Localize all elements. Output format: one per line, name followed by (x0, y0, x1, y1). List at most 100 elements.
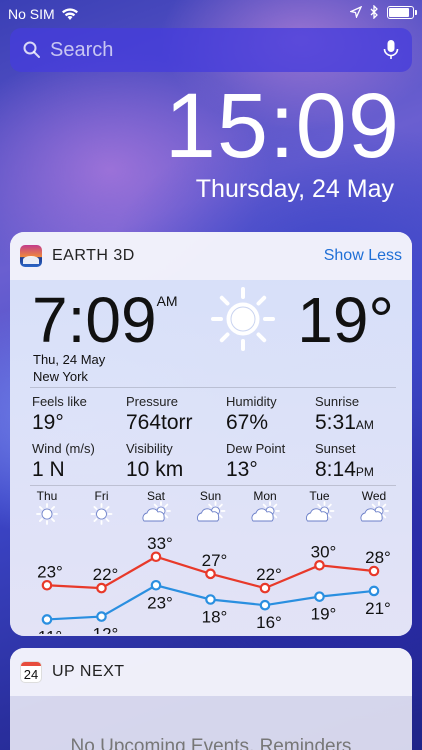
detail-label: Wind (m/s) (32, 441, 95, 456)
high-temp-point (96, 582, 107, 594)
widget-title: UP NEXT (52, 663, 125, 680)
divider (30, 387, 396, 388)
detail-value: 13° (226, 458, 285, 482)
low-temp-label: 18° (202, 608, 228, 627)
show-less-button[interactable]: Show Less (324, 247, 402, 265)
high-temp-label: 27° (202, 551, 228, 570)
forecast-day-label: Fri (95, 489, 109, 503)
detail-label: Visibility (126, 441, 173, 456)
local-time: 7:09AM (32, 288, 178, 352)
partly-cloudy-icon (251, 501, 280, 522)
detail-sunset: Sunset 8:14PM (315, 441, 374, 482)
sun-icon (211, 287, 275, 351)
forecast-chart: Thu Fri Sat Sun Mon Tue Wed 23° 22° 33° 27° 22° 30° 2… (36, 489, 391, 634)
detail-value-text: 8:14 (315, 458, 356, 481)
detail-label: Sunset (315, 441, 356, 456)
low-temp-point (96, 611, 107, 622)
search-icon (23, 41, 40, 58)
forecast-day-label: Sun (200, 489, 221, 503)
lockscreen-date: Thursday, 24 May (195, 175, 394, 203)
forecast-day-label: Thu (37, 489, 58, 503)
detail-value-text: 10 km (126, 458, 184, 481)
low-temp-label: 23° (147, 593, 173, 612)
low-temp-point (150, 579, 162, 591)
battery-icon (387, 5, 417, 19)
low-temp-label: 16° (256, 613, 282, 632)
city-name: New York (33, 369, 88, 384)
forecast-day-label: Tue (309, 489, 330, 503)
low-temp-point (205, 594, 216, 605)
detail-value-text: 764torr (126, 411, 193, 434)
detail-feels-like: Feels like 19° (32, 394, 87, 435)
detail-label: Pressure (126, 394, 179, 409)
current-temperature: 19° (297, 284, 394, 356)
sun-icon (90, 503, 113, 525)
high-temp-label: 33° (147, 534, 173, 553)
detail-value: 10 km (126, 458, 183, 482)
low-temp-label: 11° (38, 627, 62, 634)
widget-header: 24 UP NEXT (10, 648, 412, 696)
detail-value: 8:14PM (315, 458, 374, 482)
detail-value-text: 1 N (32, 458, 65, 481)
low-temp-point (41, 614, 53, 625)
high-temp-label: 23° (37, 562, 63, 581)
forecast-day-label: Sat (147, 489, 166, 503)
low-temp-label: 19° (311, 605, 337, 624)
up-next-widget[interactable]: 24 UP NEXT No Upcoming Events, Reminders (10, 648, 412, 750)
high-temp-point (259, 582, 271, 594)
wifi-icon (61, 8, 78, 20)
partly-cloudy-icon (196, 501, 226, 522)
low-temp-label: 21° (365, 599, 391, 618)
local-date: Thu, 24 May (33, 352, 106, 367)
forecast-day-label: Wed (362, 489, 386, 503)
detail-dew-point: Dew Point 13° (226, 441, 285, 482)
detail-value: 1 N (32, 458, 95, 482)
high-temp-point (368, 565, 380, 577)
high-temp-point (150, 551, 162, 563)
partly-cloudy-icon (305, 501, 335, 522)
detail-value-text: 67% (226, 411, 269, 434)
search-bar[interactable] (10, 28, 412, 72)
high-temp-label: 22° (93, 565, 119, 584)
detail-pressure: Pressure 764torr (126, 394, 193, 435)
forecast-day-label: Mon (253, 489, 276, 503)
detail-wind: Wind (m/s) 1 N (32, 441, 95, 482)
earth-3d-app-icon (20, 245, 42, 267)
detail-value-text: 13° (226, 458, 258, 481)
earth-3d-widget[interactable]: EARTH 3D Show Less 7:09AM Thu, 24 May Ne… (10, 232, 412, 636)
sun-icon (36, 503, 58, 525)
high-temp-point (41, 579, 53, 591)
low-temp-label: 12° (93, 625, 119, 634)
microphone-icon[interactable] (382, 39, 400, 61)
location-arrow-icon (350, 6, 362, 18)
detail-label: Feels like (32, 394, 87, 409)
bluetooth-icon (370, 5, 378, 19)
high-temp-point (314, 560, 325, 571)
status-bar: No SIM (0, 0, 422, 28)
detail-label: Dew Point (226, 441, 286, 456)
detail-value-text: 5:31 (315, 411, 356, 434)
partly-cloudy-icon (142, 501, 171, 522)
detail-sunrise: Sunrise 5:31AM (315, 394, 374, 435)
detail-value-text: 19° (32, 411, 64, 434)
detail-value-suffix: AM (355, 418, 374, 432)
low-temp-point (259, 599, 271, 611)
detail-label: Humidity (226, 394, 277, 409)
widget-header: EARTH 3D Show Less (10, 232, 412, 280)
high-temp-label: 22° (256, 565, 282, 584)
detail-label: Sunrise (315, 394, 360, 409)
partly-cloudy-icon (360, 501, 389, 522)
weather-panel: 7:09AM Thu, 24 May New York 19° Feels li… (10, 280, 412, 636)
detail-visibility: Visibility 10 km (126, 441, 183, 482)
detail-value: 67% (226, 411, 277, 435)
detail-value: 764torr (126, 411, 193, 435)
lockscreen-time: 15:09 (164, 75, 400, 177)
detail-humidity: Humidity 67% (226, 394, 277, 435)
detail-value: 5:31AM (315, 411, 374, 435)
widget-title: EARTH 3D (52, 247, 135, 264)
empty-state-text: No Upcoming Events, Reminders (70, 736, 352, 750)
search-input[interactable] (50, 38, 382, 62)
low-temp-point (368, 585, 380, 597)
detail-value: 19° (32, 411, 87, 435)
calendar-icon: 24 (20, 661, 42, 683)
